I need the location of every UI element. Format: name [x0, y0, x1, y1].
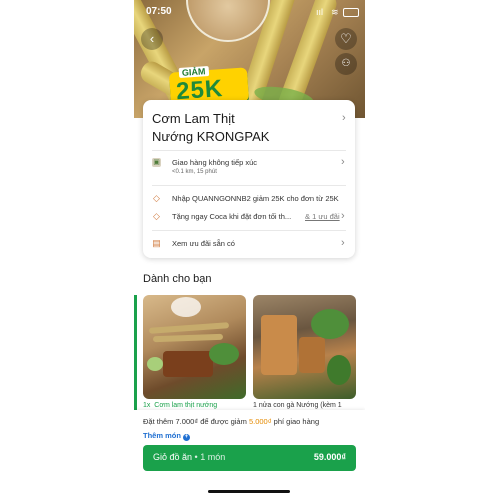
- bamboo-rice: [148, 322, 230, 334]
- divider: [152, 230, 346, 231]
- heart-icon: ♡: [340, 31, 352, 46]
- battery-icon: [343, 8, 359, 17]
- store-info-card: Cơm Lam Thịt Nướng KRONGPAK › ▣ Giao hàn…: [143, 100, 355, 258]
- add-people-icon: ⚇: [341, 58, 351, 69]
- divider: [152, 150, 346, 151]
- see-offers-label: Xem ưu đãi sẵn có: [172, 239, 235, 248]
- delivery-distance-time: <0.1 km, 15 phút: [172, 169, 217, 175]
- store-name-line2: Nướng KRONGPAK: [152, 129, 270, 144]
- store-name[interactable]: Cơm Lam Thịt Nướng KRONGPAK: [152, 110, 332, 146]
- more-offers-link[interactable]: & 1 ưu đãi: [305, 212, 340, 221]
- herbs: [327, 355, 351, 385]
- message-prefix: Đặt thêm 7.000₫ để được giảm: [143, 417, 247, 426]
- dish-caption[interactable]: 1 nửa con gà Nướng (kèm 1: [253, 402, 342, 409]
- dish-image[interactable]: [253, 295, 356, 399]
- home-indicator: [208, 490, 290, 493]
- cart-total: 59.000₫: [313, 452, 346, 462]
- cart-count: • 1 món: [194, 452, 226, 462]
- grilled-meat: [163, 351, 213, 377]
- cart-panel: Đặt thêm 7.000₫ để được giảm 5.000₫ phí …: [134, 410, 365, 499]
- dish-caption[interactable]: 1x Cơm lam thịt nướng: [143, 402, 217, 409]
- tag-icon: ◇: [153, 193, 160, 203]
- offer-text: Tặng ngay Coca khi đặt đơn tối th...: [172, 212, 292, 221]
- cart-button[interactable]: Giỏ đồ ăn • 1 món 59.000₫: [143, 445, 356, 471]
- wifi-icon: ≋: [331, 7, 339, 17]
- cart-label: Giỏ đồ ăn: [153, 452, 193, 462]
- plus-circle-icon: +: [182, 434, 190, 441]
- selected-indicator: [134, 295, 137, 411]
- herbs: [209, 343, 239, 365]
- message-suffix: phí giao hàng: [273, 417, 320, 426]
- message-highlight: 5.000₫: [248, 417, 272, 426]
- cucumber: [147, 357, 163, 371]
- voucher-icon: ▤: [152, 238, 161, 248]
- sauce-bowl: [171, 297, 201, 317]
- group-order-button[interactable]: ⚇: [335, 53, 357, 75]
- divider: [152, 185, 346, 186]
- delivery-row[interactable]: ▣ Giao hàng không tiếp xúc <0.1 km, 15 p…: [152, 156, 348, 180]
- back-button[interactable]: ‹: [141, 28, 163, 50]
- cart-summary: Giỏ đồ ăn • 1 món: [153, 452, 225, 462]
- dish-name: 1 nửa con gà Nướng (kèm 1: [253, 402, 342, 409]
- chevron-right-icon[interactable]: ›: [342, 112, 346, 124]
- offer-row[interactable]: ◇ Nhập QUANNGONNB2 giảm 25K cho đơn từ 2…: [152, 192, 348, 208]
- add-more-link[interactable]: Thêm món +: [143, 431, 190, 441]
- see-offers-row[interactable]: ▤ Xem ưu đãi sẵn có ›: [152, 237, 348, 253]
- chevron-right-icon: ›: [341, 210, 345, 222]
- delivery-title: Giao hàng không tiếp xúc: [172, 158, 258, 167]
- chevron-right-icon: ›: [341, 156, 345, 168]
- app-screen: GIẢM 25K 07:50 ııl ≋ ‹ ♡ ⚇ Cơm Lam Thịt …: [134, 0, 365, 499]
- store-thumbnail-icon: ▣: [152, 158, 161, 167]
- grilled-chicken: [261, 315, 297, 375]
- store-name-line1: Cơm Lam Thịt: [152, 111, 235, 126]
- signal-icon: ııl: [316, 7, 324, 17]
- dish-name: Cơm lam thịt nướng: [154, 402, 218, 409]
- bamboo-rice: [152, 333, 224, 343]
- dish-quantity: 1x: [143, 402, 151, 409]
- dish-image[interactable]: [143, 295, 246, 399]
- section-title: Dành cho bạn: [143, 273, 212, 285]
- favorite-button[interactable]: ♡: [335, 28, 357, 50]
- tag-icon: ◇: [153, 211, 160, 221]
- add-more-label: Thêm món: [143, 431, 181, 440]
- chevron-right-icon: ›: [341, 237, 345, 249]
- status-bar: 07:50 ııl ≋: [134, 6, 365, 20]
- grilled-chicken: [299, 337, 325, 373]
- offer-row[interactable]: ◇ Tặng ngay Coca khi đặt đơn tối th... &…: [152, 210, 348, 226]
- free-shipping-message: Đặt thêm 7.000₫ để được giảm 5.000₫ phí …: [143, 417, 319, 426]
- herbs: [311, 309, 349, 339]
- offer-text: Nhập QUANNGONNB2 giảm 25K cho đơn từ 25K: [172, 194, 339, 203]
- status-time: 07:50: [146, 6, 172, 17]
- chevron-left-icon: ‹: [149, 31, 155, 46]
